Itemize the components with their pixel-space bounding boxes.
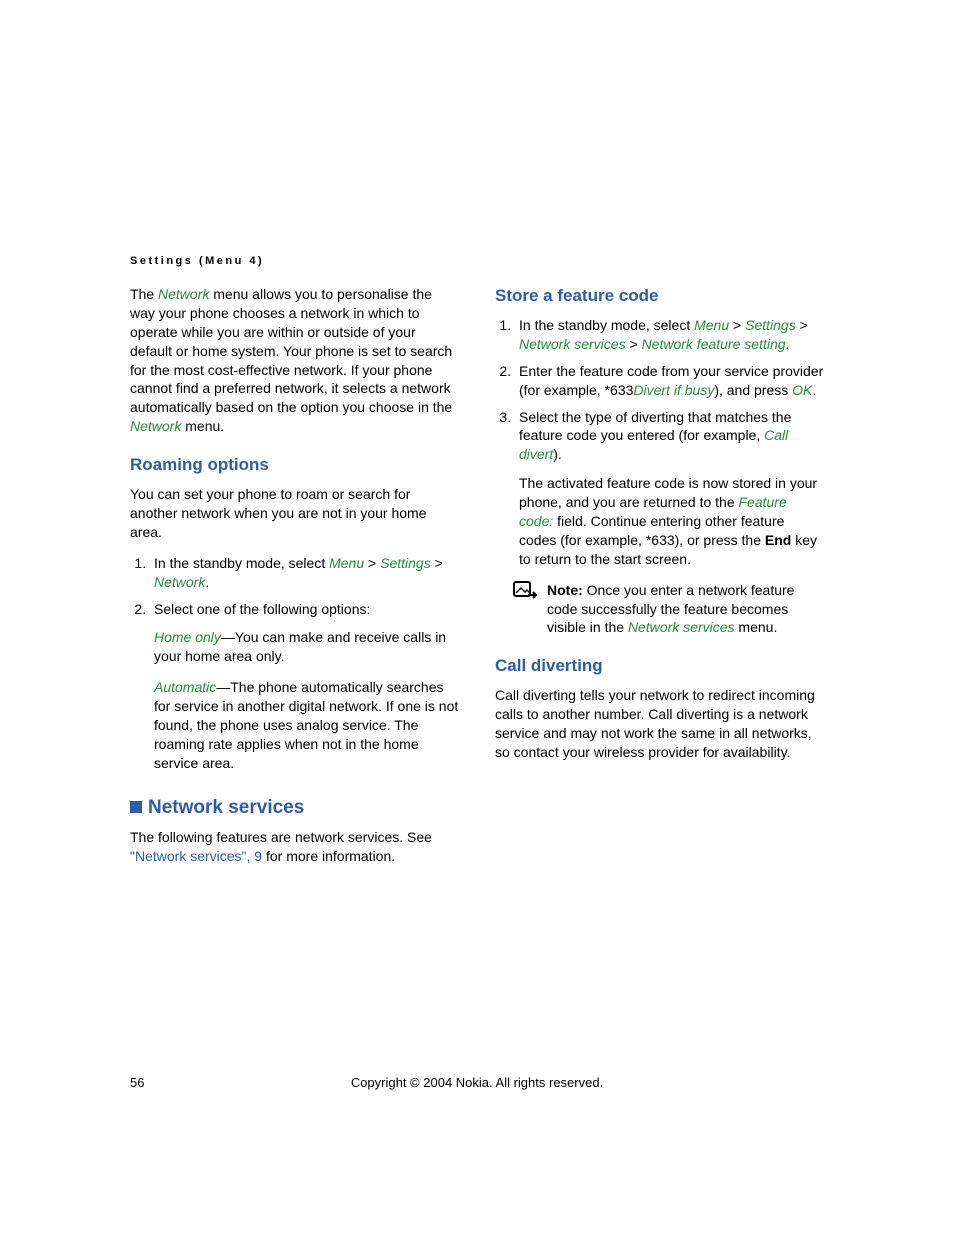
call-diverting-paragraph: Call diverting tells your network to red…: [495, 686, 824, 762]
two-column-layout: The Network menu allows you to personali…: [130, 285, 824, 878]
text: .: [205, 574, 209, 590]
text: ), and press: [714, 382, 792, 398]
heading-network-services: Network services: [130, 795, 459, 821]
text: The: [130, 286, 158, 302]
note-icon: [513, 581, 537, 638]
document-page: Settings (Menu 4) The Network menu allow…: [0, 0, 954, 1235]
menu-path: Settings: [380, 555, 431, 571]
option-name: Home only: [154, 629, 221, 645]
note-text: Note: Once you enter a network feature c…: [547, 581, 824, 638]
text: for more information.: [262, 848, 395, 864]
menu-path: Network: [154, 574, 205, 590]
page-footer: 56 Copyright © 2004 Nokia. All rights re…: [0, 1075, 954, 1090]
text: >: [626, 336, 642, 352]
menu-path: Network feature setting: [642, 336, 786, 352]
menu-path: Settings: [745, 317, 796, 333]
option-automatic: Automatic—The phone automatically search…: [154, 678, 459, 772]
option-name: Automatic: [154, 679, 216, 695]
menu-path: Network: [130, 418, 181, 434]
option-home-only: Home only—You can make and receive calls…: [154, 628, 459, 666]
menu-path: OK: [792, 382, 812, 398]
page-number: 56: [130, 1075, 144, 1090]
text: In the standby mode, select: [154, 555, 329, 571]
intro-paragraph: The Network menu allows you to personali…: [130, 285, 459, 436]
roaming-paragraph: You can set your phone to roam or search…: [130, 485, 459, 542]
menu-path: Network services: [519, 336, 626, 352]
note-block: Note: Once you enter a network feature c…: [513, 581, 824, 638]
text: Select the type of diverting that matche…: [519, 409, 791, 444]
heading-store-feature-code: Store a feature code: [495, 285, 824, 308]
heading-call-diverting: Call diverting: [495, 655, 824, 678]
text: .: [786, 336, 790, 352]
square-bullet-icon: [130, 801, 142, 813]
network-services-paragraph: The following features are network servi…: [130, 828, 459, 866]
key-name: End: [765, 532, 791, 548]
list-item: Select one of the following options: Hom…: [150, 600, 459, 773]
text: >: [431, 555, 443, 571]
right-column: Store a feature code In the standby mode…: [495, 285, 824, 878]
cross-reference-link[interactable]: "Network services", 9: [130, 848, 262, 864]
note-label: Note:: [547, 582, 583, 598]
text: >: [729, 317, 745, 333]
list-item: Select the type of diverting that matche…: [515, 408, 824, 569]
heading-text: Network services: [148, 797, 304, 818]
text: ).: [553, 446, 562, 462]
step3-continuation: The activated feature code is now stored…: [519, 474, 824, 568]
list-item: In the standby mode, select Menu > Setti…: [515, 316, 824, 354]
menu-path: Network services: [628, 619, 735, 635]
left-column: The Network menu allows you to personali…: [130, 285, 459, 878]
text: The following features are network servi…: [130, 829, 432, 845]
text: menu.: [735, 619, 778, 635]
menu-path: Menu: [329, 555, 364, 571]
text: menu.: [181, 418, 224, 434]
text: >: [796, 317, 808, 333]
running-header: Settings (Menu 4): [130, 255, 824, 267]
menu-path: Divert if busy: [633, 382, 714, 398]
menu-path: Menu: [694, 317, 729, 333]
text: In the standby mode, select: [519, 317, 694, 333]
text: .: [812, 382, 816, 398]
menu-path: Network: [158, 286, 209, 302]
copyright-text: Copyright © 2004 Nokia. All rights reser…: [351, 1075, 603, 1090]
roaming-steps: In the standby mode, select Menu > Setti…: [130, 554, 459, 773]
list-item: Enter the feature code from your service…: [515, 362, 824, 400]
store-feature-steps: In the standby mode, select Menu > Setti…: [495, 316, 824, 569]
text: field. Continue entering other feature c…: [519, 513, 784, 548]
text: >: [364, 555, 380, 571]
list-item: In the standby mode, select Menu > Setti…: [150, 554, 459, 592]
heading-roaming-options: Roaming options: [130, 454, 459, 477]
text: Select one of the following options:: [154, 601, 370, 617]
text: menu allows you to personalise the way y…: [130, 286, 452, 415]
